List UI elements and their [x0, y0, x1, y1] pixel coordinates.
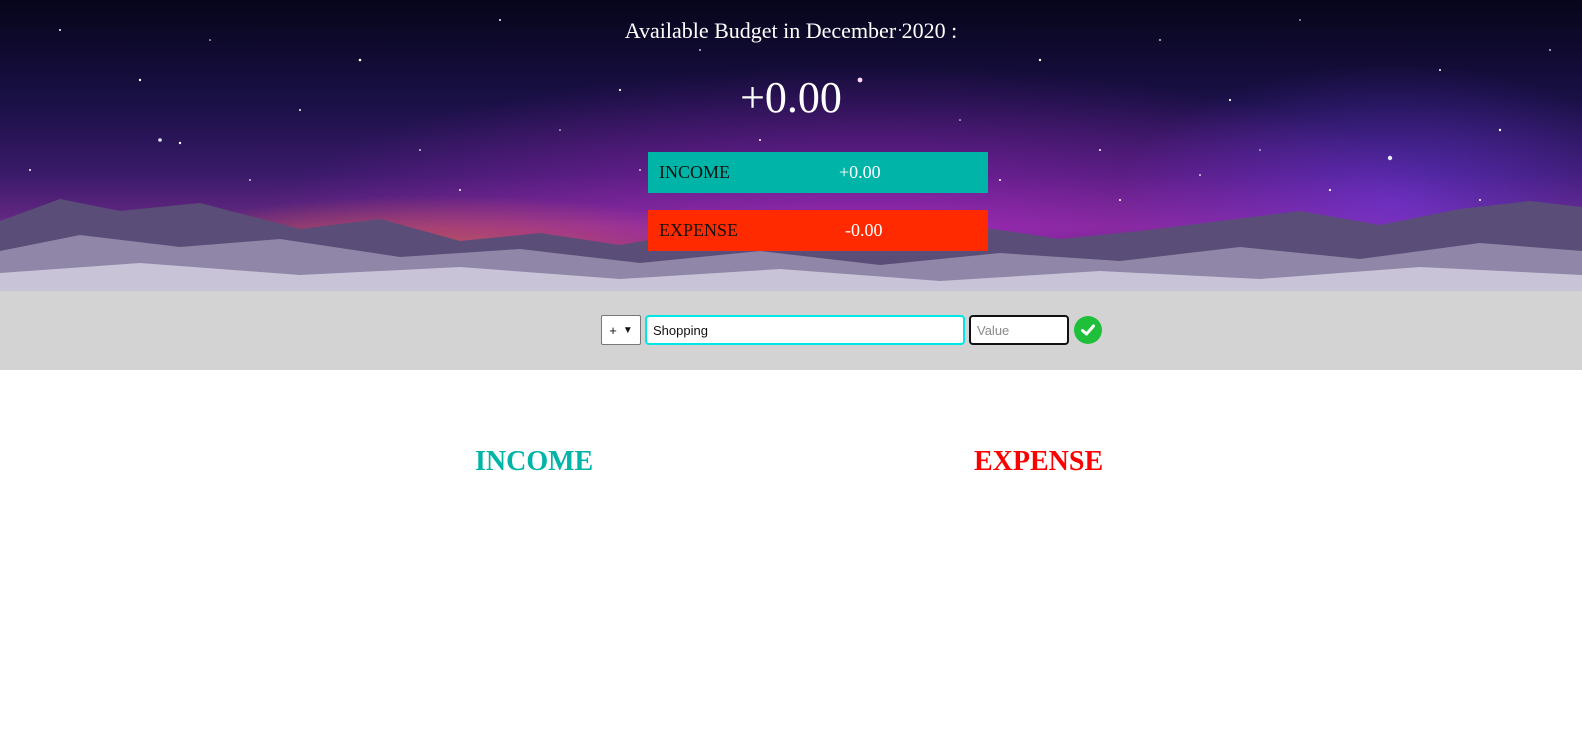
- income-summary-value: +0.00: [839, 162, 881, 182]
- expense-summary-label: EXPENSE: [659, 220, 739, 240]
- check-circle-icon: [1081, 324, 1095, 336]
- description-input[interactable]: [645, 315, 965, 345]
- chevron-down-icon: ▼: [622, 324, 633, 336]
- budget-header: Available Budget in December 2020 : +0.0…: [0, 0, 1582, 291]
- expense-list-title: EXPENSE: [974, 446, 1104, 477]
- income-list-title: INCOME: [475, 446, 594, 477]
- type-select-value: +: [609, 322, 617, 338]
- income-summary-label: INCOME: [659, 162, 730, 182]
- budget-title: Available Budget in December 2020 :: [624, 18, 958, 43]
- income-summary: INCOME +0.00: [648, 152, 988, 193]
- value-input[interactable]: [969, 315, 1069, 345]
- expense-summary: EXPENSE -0.00: [648, 210, 988, 251]
- expense-summary-value: -0.00: [845, 220, 883, 240]
- add-item-button[interactable]: [1074, 316, 1102, 344]
- add-item-bar: + ▼: [0, 291, 1582, 370]
- type-select[interactable]: + ▼: [601, 315, 641, 345]
- available-budget-value: +0.00: [740, 73, 842, 122]
